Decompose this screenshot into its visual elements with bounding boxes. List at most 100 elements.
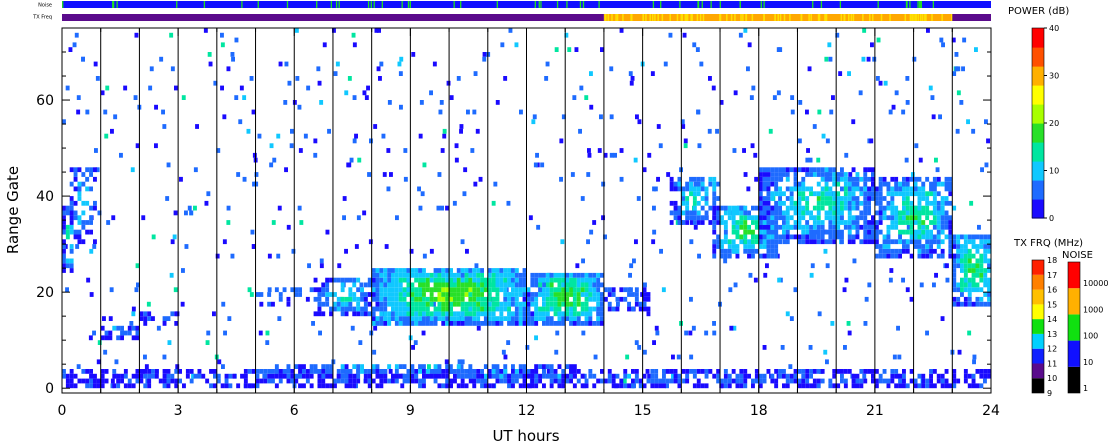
echo-cell	[259, 369, 264, 374]
noise-strip-tick	[920, 1, 923, 8]
echo-cell	[422, 268, 426, 273]
echo-cell	[682, 32, 687, 38]
echo-cell	[890, 215, 895, 221]
echo-cell	[653, 186, 658, 192]
echo-cell	[867, 176, 871, 182]
noise-strip-tick	[62, 1, 64, 8]
echo-cell	[340, 369, 345, 374]
echo-cell	[979, 277, 984, 283]
echo-cell	[580, 383, 585, 389]
echo-cell	[716, 205, 721, 211]
txfreq-tick	[840, 14, 843, 21]
echo-cell	[774, 191, 779, 197]
echo-cell	[499, 321, 504, 326]
echo-cell	[74, 32, 79, 38]
echo-cell	[874, 239, 879, 245]
echo-cell	[754, 373, 759, 379]
echo-cell	[514, 277, 519, 283]
echo-cell	[902, 210, 906, 216]
echo-cell	[600, 306, 604, 312]
echo-cell	[356, 215, 361, 221]
echo-cell	[336, 378, 341, 384]
echo-cell	[882, 176, 887, 182]
echo-cell	[584, 292, 589, 297]
echo-cell	[867, 196, 871, 201]
echo-cell	[277, 316, 282, 321]
echo-cell	[820, 186, 825, 192]
echo-cell	[962, 37, 967, 43]
echo-cell	[665, 369, 670, 374]
echo-cell	[805, 234, 810, 240]
echo-cell	[174, 383, 179, 389]
echo-cell	[732, 148, 737, 153]
echo-cell	[425, 321, 430, 326]
echo-cell	[89, 229, 93, 235]
echo-cell	[699, 61, 704, 67]
echo-cell	[321, 287, 326, 293]
echo-cell	[398, 301, 403, 307]
txfreq-tick	[941, 14, 943, 21]
echo-cell	[367, 378, 372, 384]
echo-cell	[731, 229, 736, 235]
echo-cell	[147, 316, 152, 321]
echo-cell	[708, 76, 712, 81]
echo-cell	[545, 61, 550, 67]
echo-cell	[165, 196, 170, 201]
echo-cell	[284, 61, 289, 67]
echo-cell	[387, 100, 392, 105]
echo-cell	[263, 369, 268, 374]
echo-cell	[696, 220, 701, 225]
echo-cell	[480, 311, 484, 317]
echo-cell	[449, 378, 453, 384]
echo-cell	[869, 138, 874, 144]
echo-cell	[963, 234, 968, 240]
echo-cell	[731, 248, 736, 254]
echo-cell	[472, 301, 477, 307]
echo-cell	[549, 316, 554, 321]
echo-cell	[812, 234, 817, 240]
echo-cell	[766, 220, 771, 225]
echo-cell	[890, 224, 895, 230]
echo-cell	[697, 143, 702, 149]
echo-cell	[422, 296, 426, 302]
echo-cell	[445, 205, 449, 211]
echo-cell	[785, 239, 790, 245]
echo-cell	[898, 229, 902, 235]
echo-cell	[785, 186, 790, 192]
echo-cell	[805, 167, 810, 173]
echo-cell	[491, 296, 496, 302]
echo-cell	[851, 186, 856, 192]
echo-cell	[311, 321, 315, 326]
echo-cell	[92, 244, 97, 249]
echo-cell	[751, 253, 755, 259]
txfreq-swatch	[1032, 363, 1044, 379]
echo-cell	[762, 224, 767, 230]
echo-cell	[955, 128, 960, 134]
echo-cell	[909, 224, 914, 230]
echo-cell	[466, 109, 470, 115]
echo-cell	[565, 287, 570, 293]
echo-cell	[294, 373, 299, 379]
echo-cell	[914, 143, 919, 149]
echo-cell	[805, 224, 810, 230]
echo-cell	[100, 369, 105, 374]
echo-cell	[518, 321, 523, 326]
echo-cell	[952, 272, 957, 278]
echo-cell	[878, 196, 883, 201]
echo-cell	[689, 239, 694, 245]
echo-cell	[507, 378, 511, 384]
echo-cell	[776, 90, 781, 96]
echo-cell	[514, 268, 519, 273]
echo-cell	[259, 292, 264, 297]
echo-cell	[948, 244, 953, 249]
echo-cell	[375, 287, 380, 293]
echo-cell	[215, 253, 220, 259]
echo-cell	[666, 172, 671, 177]
echo-cell	[251, 383, 256, 389]
echo-cell	[934, 157, 938, 163]
echo-cell	[439, 100, 444, 105]
echo-cell	[936, 191, 941, 197]
echo-cell	[766, 224, 771, 230]
echo-cell	[459, 124, 464, 129]
echo-cell	[534, 282, 539, 288]
